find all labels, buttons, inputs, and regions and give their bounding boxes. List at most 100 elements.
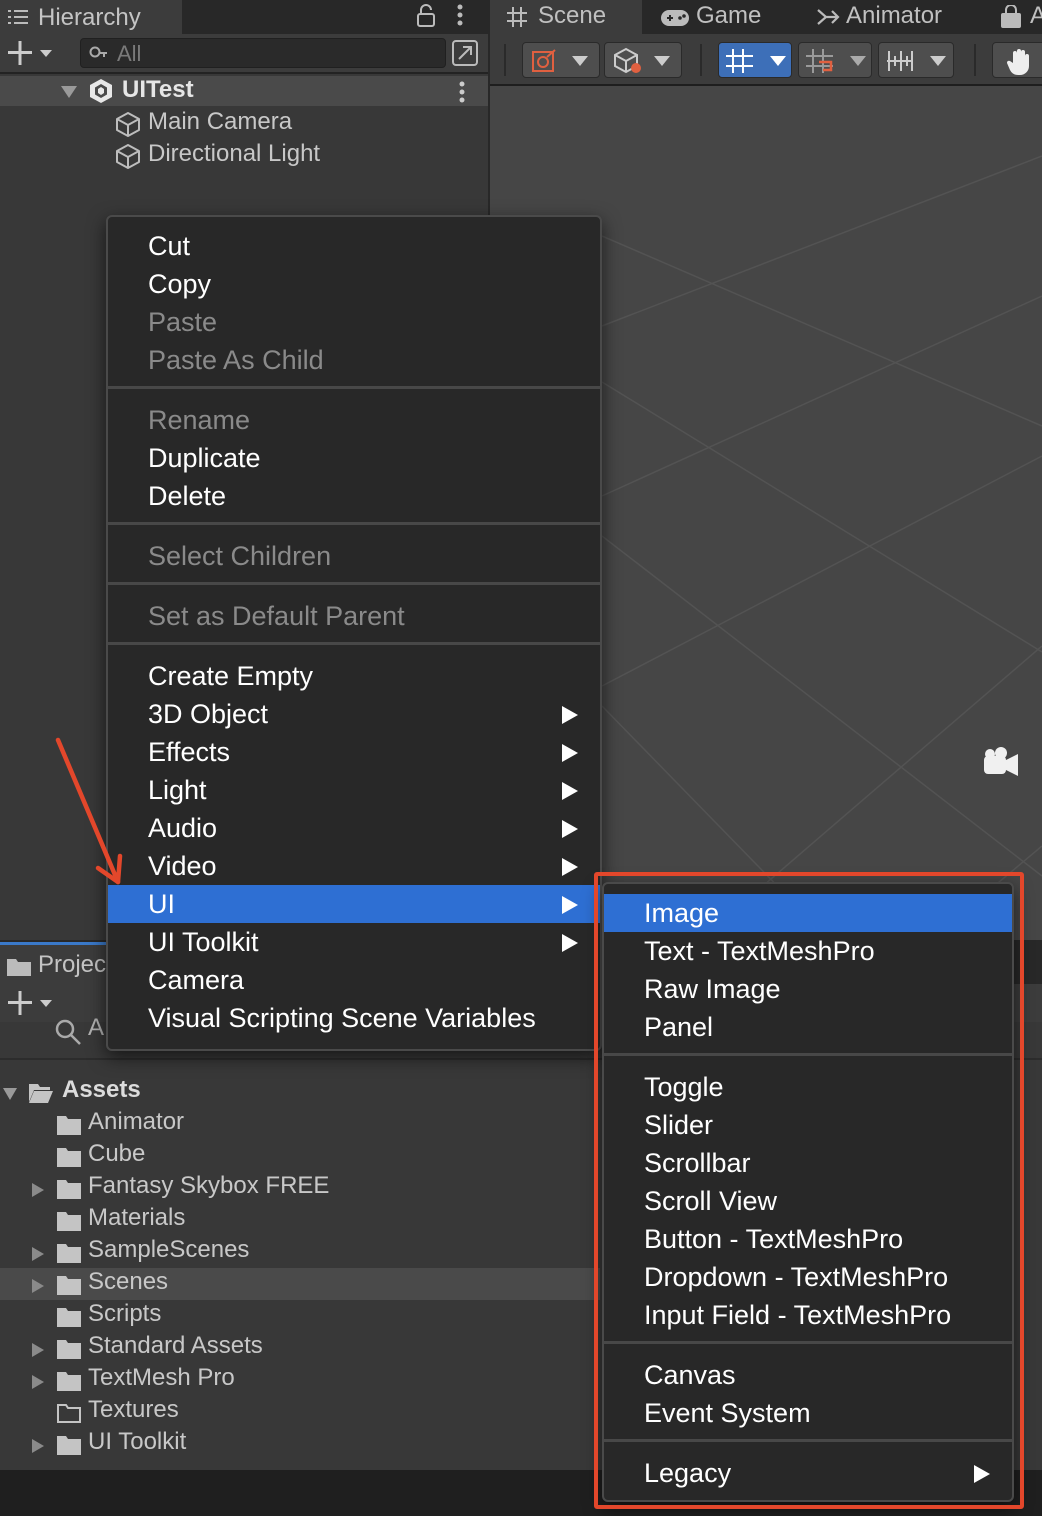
tab-project[interactable]: Projec xyxy=(0,942,106,984)
folder-icon xyxy=(57,1372,81,1391)
menu-item-rename[interactable]: Rename xyxy=(108,401,600,439)
hierarchy-search-input[interactable]: All xyxy=(80,38,446,68)
scene-kebab-icon[interactable] xyxy=(454,79,470,105)
menu-item-copy[interactable]: Copy xyxy=(108,265,600,303)
scene-tab-bar: Scene Game Animator A xyxy=(490,0,1042,34)
project-folder-scripts[interactable]: Scripts xyxy=(0,1300,600,1332)
menu-item-label: Duplicate xyxy=(148,443,261,473)
search-icon[interactable] xyxy=(54,1018,82,1046)
project-folder-label: Scripts xyxy=(88,1300,162,1327)
project-folder-label: Scenes xyxy=(88,1268,169,1295)
add-dropdown-button[interactable] xyxy=(6,38,58,68)
project-folder-animator[interactable]: Animator xyxy=(0,1108,600,1140)
annotation-highlight-box xyxy=(594,872,1024,1509)
unity-scene-icon xyxy=(90,79,112,103)
fold-right-icon[interactable] xyxy=(30,1182,46,1198)
gamepad-icon xyxy=(661,10,689,26)
project-folder-samplescenes[interactable]: SampleScenes xyxy=(0,1236,600,1268)
hierarchy-item-directional-light[interactable]: Directional Light xyxy=(114,140,474,172)
project-search-text[interactable]: A xyxy=(88,1014,104,1042)
hand-tool-button[interactable] xyxy=(992,42,1042,78)
project-folder-scenes[interactable]: Scenes xyxy=(0,1268,600,1300)
toolbar-separator xyxy=(700,44,702,76)
menu-item-audio[interactable]: Audio xyxy=(108,809,600,847)
fold-down-icon[interactable] xyxy=(60,84,78,100)
scene-visibility-icon[interactable] xyxy=(450,38,480,68)
menu-item-duplicate[interactable]: Duplicate xyxy=(108,439,600,477)
menu-item-label: UI xyxy=(148,889,175,919)
project-folder-ui-toolkit[interactable]: UI Toolkit xyxy=(0,1428,600,1460)
tab-hierarchy-label: Hierarchy xyxy=(38,4,141,31)
grid-hash-icon xyxy=(507,7,527,27)
grid-snap-toggle[interactable] xyxy=(718,42,792,78)
submenu-arrow-icon xyxy=(562,744,578,762)
open-folder-icon xyxy=(29,1084,53,1103)
folder-icon xyxy=(57,1148,81,1167)
chevron-down-icon xyxy=(850,56,866,66)
menu-item-label: Video xyxy=(148,851,217,881)
hierarchy-item-main-camera[interactable]: Main Camera xyxy=(114,108,474,140)
menu-item-camera[interactable]: Camera xyxy=(108,961,600,999)
fold-right-icon[interactable] xyxy=(30,1278,46,1294)
search-filter-icon xyxy=(89,46,107,58)
hierarchy-scene-row[interactable]: UITest xyxy=(0,76,488,106)
toolbar-separator xyxy=(974,44,976,76)
shading-mode-dropdown[interactable] xyxy=(604,42,682,78)
tab-hierarchy[interactable]: Hierarchy xyxy=(0,0,182,34)
kebab-menu-icon[interactable] xyxy=(452,2,468,30)
project-folder-textures[interactable]: Textures xyxy=(0,1396,600,1428)
project-folder-label: Standard Assets xyxy=(88,1332,263,1359)
menu-item-set-as-default-parent[interactable]: Set as Default Parent xyxy=(108,597,600,635)
menu-item-light[interactable]: Light xyxy=(108,771,600,809)
menu-item-video[interactable]: Video xyxy=(108,847,600,885)
shaded-cube-icon xyxy=(614,47,641,74)
project-folder-materials[interactable]: Materials xyxy=(0,1204,600,1236)
hand-icon xyxy=(1006,49,1029,75)
chevron-down-icon xyxy=(654,56,670,66)
folder-icon xyxy=(57,1116,81,1135)
menu-item-paste-as-child[interactable]: Paste As Child xyxy=(108,341,600,379)
project-folder-cube[interactable]: Cube xyxy=(0,1140,600,1172)
tab-asset-store[interactable]: A xyxy=(996,0,1042,34)
project-folder-fantasy-skybox-free[interactable]: Fantasy Skybox FREE xyxy=(0,1172,600,1204)
menu-item-create-empty[interactable]: Create Empty xyxy=(108,657,600,695)
menu-item-label: Rename xyxy=(148,405,251,435)
menu-item-ui-toolkit[interactable]: UI Toolkit xyxy=(108,923,600,961)
project-tree: Assets Animator Cube Fantasy Skybox FREE Mat… xyxy=(0,1076,600,1476)
menu-item-cut[interactable]: Cut xyxy=(108,227,600,265)
menu-item-ui[interactable]: UI xyxy=(108,885,600,923)
hierarchy-toolbar: All xyxy=(0,34,488,74)
draw-mode-dropdown[interactable] xyxy=(522,42,600,78)
tab-scene[interactable]: Scene xyxy=(490,0,642,34)
project-folder-assets[interactable]: Assets xyxy=(0,1076,600,1108)
project-folder-textmesh-pro[interactable]: TextMesh Pro xyxy=(0,1364,600,1396)
fold-right-icon[interactable] xyxy=(30,1246,46,1262)
fold-down-icon[interactable] xyxy=(2,1086,18,1102)
folder-icon xyxy=(57,1244,81,1263)
increment-snap-dropdown[interactable] xyxy=(798,42,872,78)
folder-icon xyxy=(57,1276,81,1295)
menu-item-label: Camera xyxy=(148,965,245,995)
menu-item-paste[interactable]: Paste xyxy=(108,303,600,341)
project-folder-standard-assets[interactable]: Standard Assets xyxy=(0,1332,600,1364)
menu-item-visual-scripting-scene-variables[interactable]: Visual Scripting Scene Variables xyxy=(108,999,600,1037)
tab-animator[interactable]: Animator xyxy=(808,0,978,34)
menu-item-effects[interactable]: Effects xyxy=(108,733,600,771)
ruler-snap-dropdown[interactable] xyxy=(878,42,954,78)
menu-item-3d-object[interactable]: 3D Object xyxy=(108,695,600,733)
fold-right-icon[interactable] xyxy=(30,1374,46,1390)
fold-right-icon[interactable] xyxy=(30,1342,46,1358)
menu-item-delete[interactable]: Delete xyxy=(108,477,600,515)
tab-game[interactable]: Game xyxy=(646,0,794,34)
project-folder-label: Fantasy Skybox FREE xyxy=(88,1172,330,1199)
lock-icon[interactable] xyxy=(416,4,436,28)
submenu-arrow-icon xyxy=(562,782,578,800)
menu-item-label: Paste As Child xyxy=(148,345,324,375)
add-dropdown-button[interactable] xyxy=(6,988,58,1018)
submenu-arrow-icon xyxy=(562,858,578,876)
submenu-arrow-icon xyxy=(562,934,578,952)
menu-separator xyxy=(108,386,600,389)
menu-item-select-children[interactable]: Select Children xyxy=(108,537,600,575)
fold-right-icon[interactable] xyxy=(30,1438,46,1454)
folder-icon xyxy=(7,959,31,976)
